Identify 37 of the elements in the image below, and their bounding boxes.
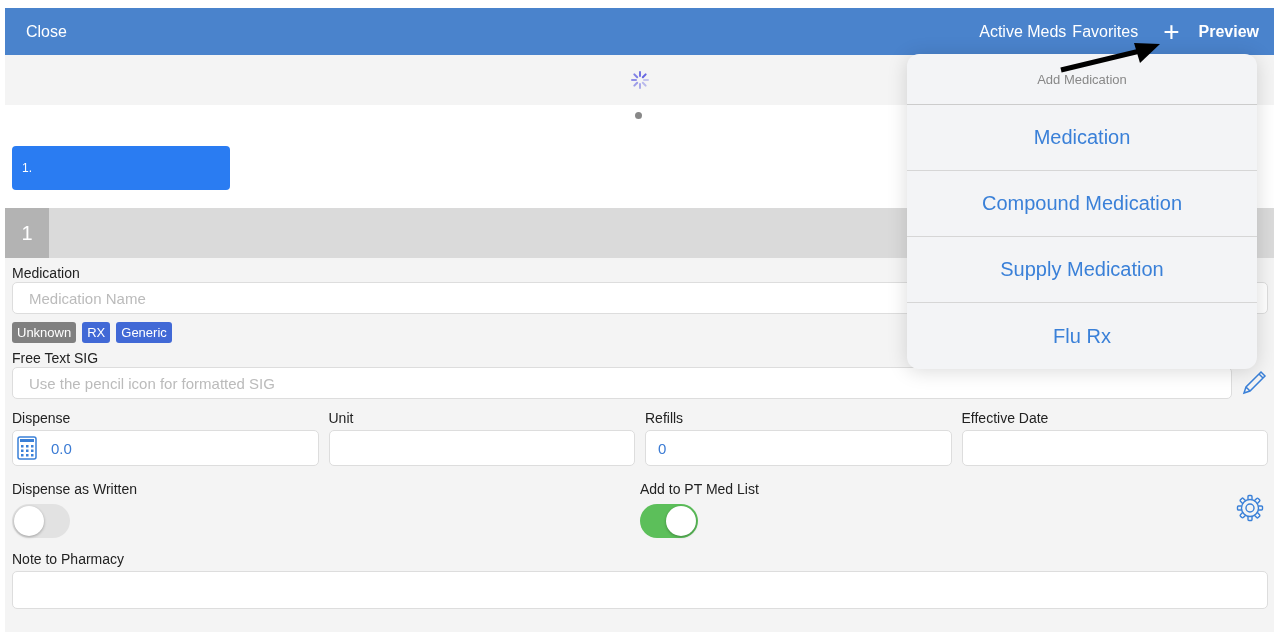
item-tab[interactable]: 1. — [12, 146, 230, 190]
loading-spinner-icon — [630, 71, 649, 89]
input-field[interactable] — [961, 430, 1268, 466]
pencil-icon[interactable] — [1240, 369, 1268, 397]
preview-button[interactable]: Preview — [1195, 22, 1262, 41]
tag-chip[interactable]: Generic — [116, 322, 172, 343]
input-field[interactable]: 0 — [645, 430, 952, 466]
settings-icon[interactable] — [1236, 494, 1264, 522]
menu-item[interactable]: Supply Medication — [907, 237, 1257, 303]
section-number: 1 — [5, 208, 49, 258]
field-label: Note to Pharmacy — [12, 550, 125, 568]
page-indicator-dot — [635, 112, 642, 119]
field-label: Medication — [12, 264, 80, 282]
input-field[interactable] — [328, 430, 635, 466]
toggle-switch[interactable] — [640, 504, 698, 538]
toggle-switch[interactable] — [12, 504, 70, 538]
nav-link[interactable]: Active Meds — [976, 22, 1070, 41]
menu-item[interactable]: Medication — [907, 105, 1257, 171]
field-label: Dispense — [12, 409, 71, 427]
tag-chip[interactable]: RX — [82, 322, 111, 343]
field-value: 0 — [658, 439, 667, 457]
sig-field[interactable]: Use the pencil icon for formatted SIG — [12, 367, 1232, 399]
close-button[interactable]: Close — [23, 22, 70, 41]
nav-link[interactable]: Favorites — [1069, 22, 1142, 41]
toggle-label: Add to PT Med List — [640, 480, 759, 498]
note-field[interactable] — [12, 571, 1268, 609]
field-label: Free Text SIG — [12, 349, 99, 367]
field-label: Unit — [328, 409, 354, 427]
field-label: Refills — [645, 409, 684, 427]
field-label: Effective Date — [961, 409, 1049, 427]
calculator-icon[interactable] — [17, 436, 37, 460]
field-value: 0.0 — [51, 439, 72, 457]
add-button[interactable]: + — [1163, 15, 1180, 48]
tag-chip[interactable]: Unknown — [12, 322, 77, 343]
toggle-label: Dispense as Written — [12, 480, 137, 498]
menu-item[interactable]: Compound Medication — [907, 171, 1257, 237]
input-field[interactable]: 0.0 — [12, 430, 319, 466]
